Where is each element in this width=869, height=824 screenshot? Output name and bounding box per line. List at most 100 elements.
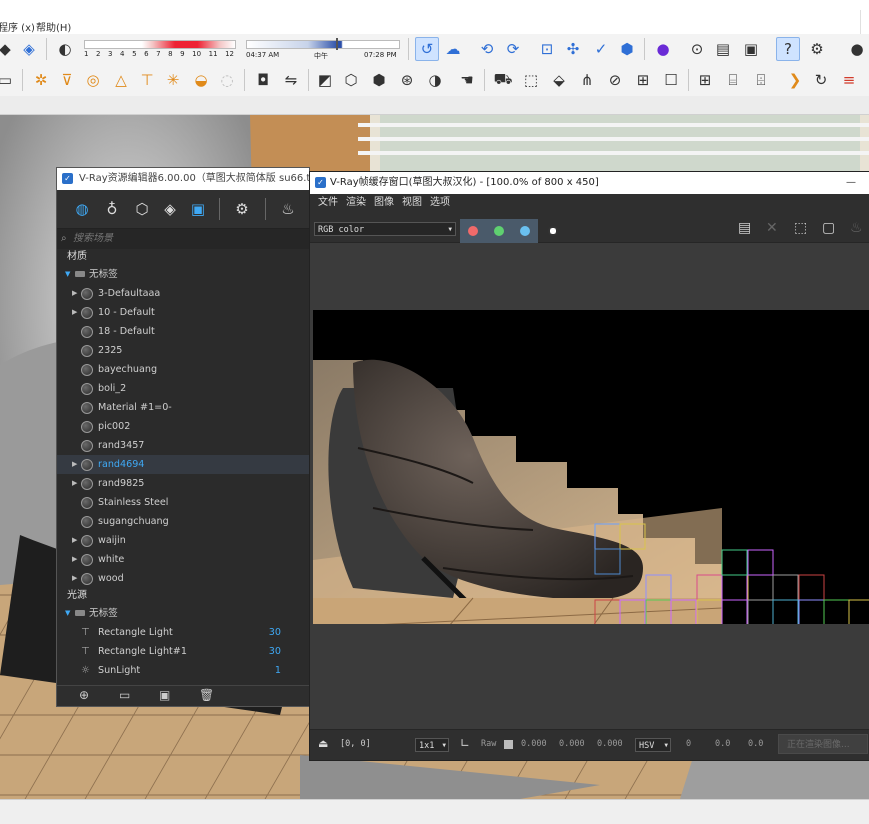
menu-view[interactable]: 视图: [402, 194, 422, 212]
render-teapot-icon[interactable]: ♨: [850, 220, 863, 236]
expand-arrow-icon[interactable]: ▶: [72, 550, 77, 569]
material-item[interactable]: ▶ rand4694: [57, 455, 309, 474]
material-item[interactable]: rand3457: [57, 436, 309, 455]
expand-down-icon[interactable]: ▼: [65, 265, 70, 284]
material-item[interactable]: bayechuang: [57, 360, 309, 379]
sparkle-box-icon[interactable]: ✲: [30, 69, 52, 91]
ring-icon[interactable]: ◎: [82, 69, 104, 91]
light-intensity[interactable]: 30: [269, 642, 281, 661]
shadow-month-slider[interactable]: 1 2 3 4 5 6 7 8 9 10 11 12: [84, 40, 236, 60]
cube-icon[interactable]: ◈: [18, 38, 40, 60]
add-asset-icon[interactable]: ⊕: [79, 688, 89, 702]
grass-icon[interactable]: ⋔: [576, 69, 598, 91]
swap-icon[interactable]: ⇋: [280, 69, 302, 91]
rooms-icon[interactable]: ⌸: [722, 69, 744, 91]
color-corrections-icon[interactable]: ∟: [460, 736, 470, 750]
profile-icon[interactable]: ●: [652, 38, 674, 60]
camera-icon[interactable]: ◘: [252, 69, 274, 91]
menu-options[interactable]: 选项: [430, 194, 450, 212]
edit-box-icon[interactable]: ☐: [660, 69, 682, 91]
expand-arrow-icon[interactable]: ▶: [72, 455, 77, 474]
pan-icon[interactable]: ☁: [442, 38, 464, 60]
light-item[interactable]: ⊤ Rectangle Light 30: [57, 623, 309, 642]
expand-arrow-icon[interactable]: ▶: [72, 569, 77, 588]
red-channel-toggle[interactable]: [460, 219, 486, 243]
light-intensity[interactable]: 1: [275, 661, 281, 680]
lock-icon[interactable]: ▭: [0, 69, 16, 91]
dot-icon[interactable]: ●: [846, 38, 868, 60]
blue-channel-toggle[interactable]: [512, 219, 538, 243]
asset-editor-titlebar[interactable]: ✓ V-Ray资源编辑器6.00.00（草图大叔简体版 su66.taob: [57, 168, 309, 190]
box-grid-icon[interactable]: ⬡: [340, 69, 362, 91]
shield-cube-icon[interactable]: ⬢: [616, 38, 638, 60]
delete-icon[interactable]: 🗑: [199, 688, 214, 702]
render-canvas[interactable]: [313, 268, 869, 668]
vray-logo-icon[interactable]: ❯: [784, 69, 806, 91]
alpha-channel-toggle[interactable]: [540, 219, 566, 243]
material-item[interactable]: pic002: [57, 417, 309, 436]
funnel-icon[interactable]: ⊽: [56, 69, 78, 91]
help-circle-icon[interactable]: ?: [776, 37, 800, 61]
lights-group-untagged[interactable]: ▼ 无标签: [57, 604, 309, 623]
material-item[interactable]: boli_2: [57, 379, 309, 398]
camera-frame-icon[interactable]: ▣: [740, 38, 762, 60]
light-item[interactable]: ☼ SunLight 1: [57, 661, 309, 680]
light-item[interactable]: ⊤ Rectangle Light#1 30: [57, 642, 309, 661]
check-icon[interactable]: ✓: [590, 38, 612, 60]
table-icon[interactable]: ⊞: [694, 69, 716, 91]
spot-light-icon[interactable]: ⊤: [136, 69, 158, 91]
zoom-extents-icon[interactable]: ⊡: [536, 38, 558, 60]
select-hand-icon[interactable]: ☚: [456, 69, 478, 91]
save-icon[interactable]: ▣: [159, 688, 170, 702]
material-item[interactable]: ▶ waijin: [57, 531, 309, 550]
minimize-button[interactable]: —: [846, 172, 856, 194]
light-intensity[interactable]: 30: [269, 623, 281, 642]
render-elements-tab-icon[interactable]: ▣: [187, 198, 209, 220]
region-render-icon[interactable]: ⬚: [794, 220, 807, 236]
geometry-tab-icon[interactable]: ⬡: [131, 198, 153, 220]
menu-help[interactable]: 帮助(H): [36, 19, 71, 34]
cube-light-icon[interactable]: ⬚: [520, 69, 542, 91]
disabled-icon[interactable]: ◌: [216, 69, 238, 91]
material-item[interactable]: 18 - Default: [57, 322, 309, 341]
channel-select[interactable]: RGB color ▼: [314, 222, 456, 236]
expand-down-icon[interactable]: ▼: [65, 604, 70, 623]
menu-file[interactable]: 文件: [318, 194, 338, 212]
export-icon[interactable]: ≡: [838, 69, 860, 91]
scene-search-input[interactable]: ⌕ 搜索场景: [57, 229, 309, 249]
material-item[interactable]: sugangchuang: [57, 512, 309, 531]
undo-view-icon[interactable]: ⟲: [476, 38, 498, 60]
save-image-icon[interactable]: ▤: [738, 220, 751, 236]
raw-toggle[interactable]: [504, 740, 513, 749]
expand-arrow-icon[interactable]: ▶: [72, 284, 77, 303]
materials-group-untagged[interactable]: ▼ 无标签: [57, 265, 309, 284]
group-icon[interactable]: ⌹: [750, 69, 772, 91]
proxy-icon[interactable]: ◩: [314, 69, 336, 91]
render-teapot-icon[interactable]: ♨: [277, 198, 299, 220]
material-item[interactable]: ▶ 10 - Default: [57, 303, 309, 322]
network-icon[interactable]: ✣: [562, 38, 584, 60]
material-item[interactable]: ▶ 3-Defaultaaa: [57, 284, 309, 303]
orbit-icon[interactable]: ↺: [415, 37, 439, 61]
materials-tab-icon[interactable]: ◍: [71, 198, 93, 220]
cube-dots-icon[interactable]: ⬙: [548, 69, 570, 91]
textures-tab-icon[interactable]: ◈: [159, 198, 181, 220]
material-item[interactable]: ▶ white: [57, 550, 309, 569]
green-channel-toggle[interactable]: [486, 219, 512, 243]
expand-arrow-icon[interactable]: ▶: [72, 474, 77, 493]
material-item[interactable]: Stainless Steel: [57, 493, 309, 512]
paint-bucket-icon[interactable]: ◆: [0, 38, 16, 60]
lights-tab-icon[interactable]: ♁: [101, 198, 123, 220]
open-folder-icon[interactable]: ▭: [119, 688, 130, 702]
frame-buffer-titlebar[interactable]: ✓ V-Ray帧缓存窗口(草图大叔汉化) - [100.0% of 800 x …: [310, 172, 869, 194]
zoom-select[interactable]: 1x1 ▼: [415, 738, 449, 752]
redo-view-icon[interactable]: ⟳: [502, 38, 524, 60]
scene-list-icon[interactable]: ▤: [712, 38, 734, 60]
color-mode-select[interactable]: HSV ▼: [635, 738, 671, 752]
clear-image-icon[interactable]: ✕: [766, 220, 778, 236]
material-item[interactable]: ▶ wood: [57, 569, 309, 588]
refresh-icon[interactable]: ↻: [810, 69, 832, 91]
material-item[interactable]: Material #1=0-: [57, 398, 309, 417]
dome-light-icon[interactable]: ◒: [190, 69, 212, 91]
material-item[interactable]: 2325: [57, 341, 309, 360]
